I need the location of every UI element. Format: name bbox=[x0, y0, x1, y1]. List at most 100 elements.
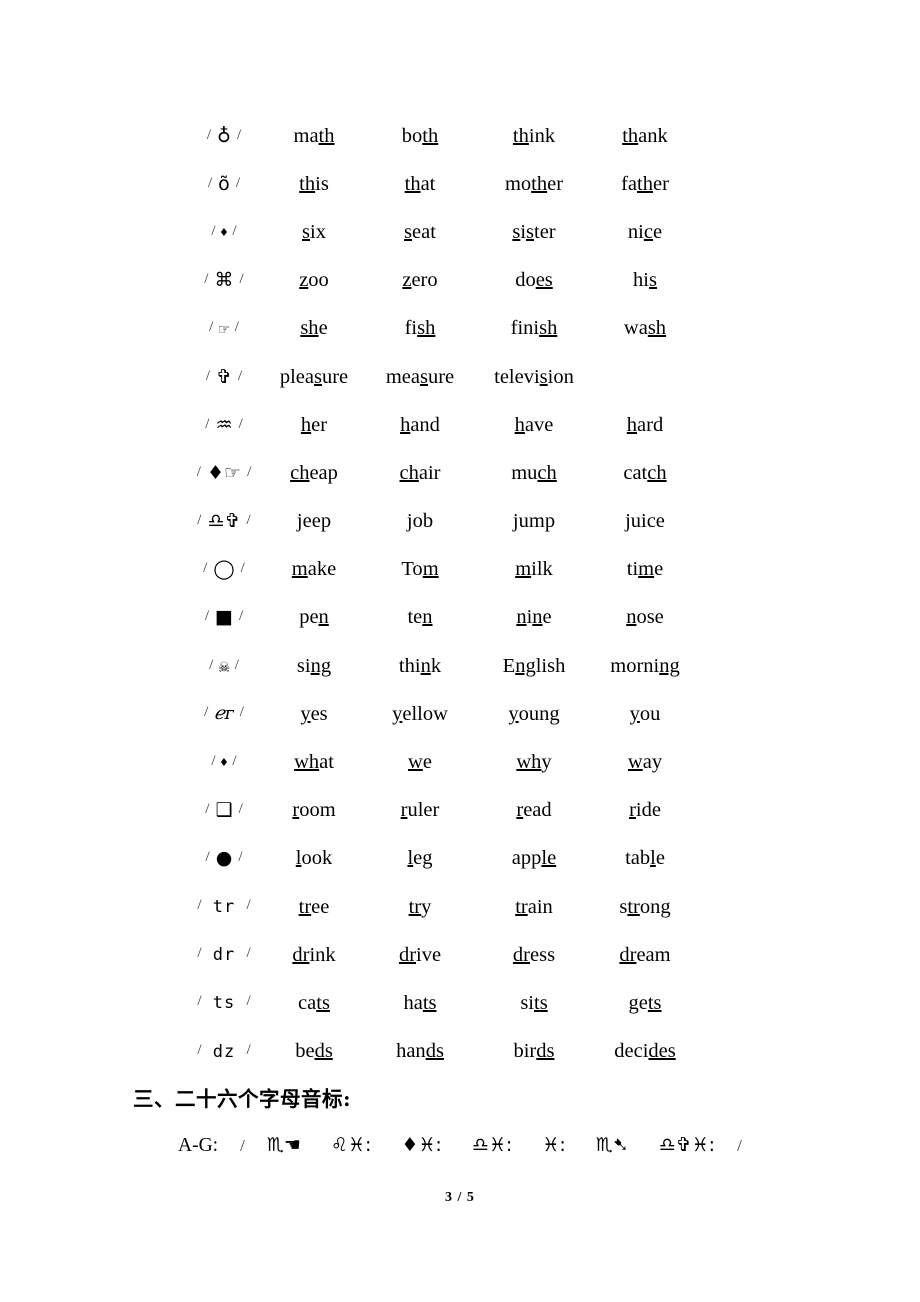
phonetic-symbol-cell: / dz / bbox=[186, 1028, 262, 1076]
word-underlined-part: s bbox=[419, 365, 428, 388]
word-underlined-part: ch bbox=[399, 461, 419, 484]
example-word: dream bbox=[619, 944, 670, 966]
example-word: hands bbox=[396, 1040, 444, 1062]
word-underlined-part: tr bbox=[627, 895, 640, 918]
word-underlined-part: ts bbox=[316, 991, 330, 1014]
phonetic-symbol-cell: / ⌘ / bbox=[186, 257, 262, 305]
page-number-footer: 3 / 5 bbox=[445, 1190, 475, 1205]
example-word-cell: make bbox=[262, 546, 366, 594]
word-underlined-part: ds bbox=[536, 1040, 555, 1063]
phonics-row: / ● / look leg apple table bbox=[186, 835, 696, 883]
example-word: zoo bbox=[299, 269, 329, 291]
word-plain-part: ca bbox=[298, 991, 317, 1014]
phonics-row: / ♦☞ / cheap chair much catch bbox=[186, 449, 696, 497]
word-plain-part: oom bbox=[299, 799, 336, 822]
example-word-cell: birds bbox=[474, 1028, 594, 1076]
document-page: / ♁ / math both think thank / õ / this that mot… bbox=[0, 0, 920, 1302]
example-word: way bbox=[628, 751, 662, 773]
example-word: math bbox=[294, 125, 335, 147]
word-underlined-part: n bbox=[420, 654, 431, 677]
example-word-cell bbox=[594, 353, 696, 401]
letter-phonetic-symbol: ♦♓: bbox=[401, 1134, 442, 1156]
slash-close: / bbox=[246, 512, 251, 529]
example-word: thank bbox=[622, 125, 668, 147]
example-word-cell: try bbox=[366, 883, 474, 931]
example-word: his bbox=[633, 269, 657, 291]
example-word: read bbox=[516, 799, 551, 821]
phonics-row: / ♒ / her hand have hard bbox=[186, 401, 696, 449]
example-word: yellow bbox=[392, 703, 448, 725]
word-plain-part: y bbox=[541, 751, 552, 774]
phonetic-symbol: ◯ bbox=[207, 558, 241, 581]
word-plain-part: do bbox=[515, 269, 536, 292]
example-word: look bbox=[296, 847, 332, 869]
slash-close: / bbox=[246, 993, 251, 1010]
word-plain-part: eep bbox=[302, 510, 332, 533]
slash-close: / bbox=[246, 945, 251, 962]
word-underlined-part: s bbox=[539, 365, 548, 388]
example-word-cell: read bbox=[474, 787, 594, 835]
example-word-cell: apple bbox=[474, 835, 594, 883]
example-word-cell: Tom bbox=[366, 546, 474, 594]
word-underlined-part: es bbox=[535, 269, 553, 292]
word-plain-part: at bbox=[319, 751, 334, 774]
word-plain-part: ha bbox=[403, 991, 423, 1014]
slash-close: / bbox=[238, 415, 243, 432]
word-underlined-part: sh bbox=[539, 317, 558, 340]
example-word-cell: have bbox=[474, 401, 594, 449]
example-word: sits bbox=[520, 992, 547, 1014]
example-word-cell: sing bbox=[262, 642, 366, 690]
phonetic-symbol-cell: / ✞ / bbox=[186, 353, 262, 401]
phonics-row: / ☞ / she fish finish wash bbox=[186, 305, 696, 353]
example-word-cell: why bbox=[474, 738, 594, 786]
word-underlined-part: ts bbox=[534, 991, 548, 1014]
example-word-cell: drive bbox=[366, 931, 474, 979]
word-plain-part: morni bbox=[610, 654, 660, 677]
example-word-cell: ride bbox=[594, 787, 696, 835]
phonetic-symbol-cell: / ♦☞ / bbox=[186, 449, 262, 497]
example-word: zero bbox=[402, 269, 437, 291]
word-underlined-part: th bbox=[422, 124, 439, 147]
word-plain-part: ero bbox=[411, 269, 438, 292]
example-word: apple bbox=[512, 847, 556, 869]
phonetic-symbol: dz bbox=[201, 1041, 247, 1062]
word-plain-part: ge bbox=[628, 991, 648, 1014]
example-word-cell: dress bbox=[474, 931, 594, 979]
example-word: sister bbox=[512, 221, 555, 243]
example-word-cell: hard bbox=[594, 401, 696, 449]
example-word-cell: train bbox=[474, 883, 594, 931]
example-word: juice bbox=[625, 510, 665, 532]
example-word-cell: morning bbox=[594, 642, 696, 690]
example-word-cell: nine bbox=[474, 594, 594, 642]
word-underlined-part: ts bbox=[647, 991, 662, 1014]
example-word: her bbox=[301, 414, 327, 436]
word-plain-part: ix bbox=[310, 220, 326, 243]
example-word: ruler bbox=[401, 799, 440, 821]
example-word: nose bbox=[626, 606, 664, 628]
phonetic-symbol-cell: / ℯᴦ / bbox=[186, 690, 262, 738]
example-word-cell: her bbox=[262, 401, 366, 449]
phonetic-symbol: õ bbox=[212, 172, 236, 195]
section-heading: 三、二十六个字母音标: bbox=[133, 1087, 352, 1111]
word-plain-part: oung bbox=[518, 702, 560, 725]
example-word-cell: yellow bbox=[366, 690, 474, 738]
example-word-cell: think bbox=[474, 112, 594, 160]
word-plain-part: er bbox=[311, 413, 328, 436]
word-plain-part: ake bbox=[307, 558, 337, 581]
example-word: drive bbox=[399, 944, 441, 966]
phonetic-symbol: dr bbox=[201, 945, 247, 966]
word-plain-part: fi bbox=[404, 317, 418, 340]
slash-close: / bbox=[238, 801, 243, 818]
word-plain-part: deci bbox=[614, 1040, 649, 1063]
phonetic-symbol-cell: / tr / bbox=[186, 883, 262, 931]
example-word-cell: nice bbox=[594, 208, 696, 256]
alphabet-phonetics-line: A-G: / ♏☚ ♌♓: ♦♓: ♎♓: ♓: ♏➷ ♎✞♓: / bbox=[178, 1134, 742, 1157]
word-underlined-part: n bbox=[516, 606, 527, 629]
phonetic-symbol: ☞ bbox=[213, 322, 235, 339]
word-plain-part: es bbox=[310, 702, 328, 725]
slash-close: / bbox=[246, 897, 251, 914]
phonics-row: / ⌘ / zoo zero does his bbox=[186, 257, 696, 305]
word-plain-part: bir bbox=[513, 1040, 537, 1063]
example-word-cell: father bbox=[594, 160, 696, 208]
word-underlined-part: w bbox=[627, 751, 643, 774]
